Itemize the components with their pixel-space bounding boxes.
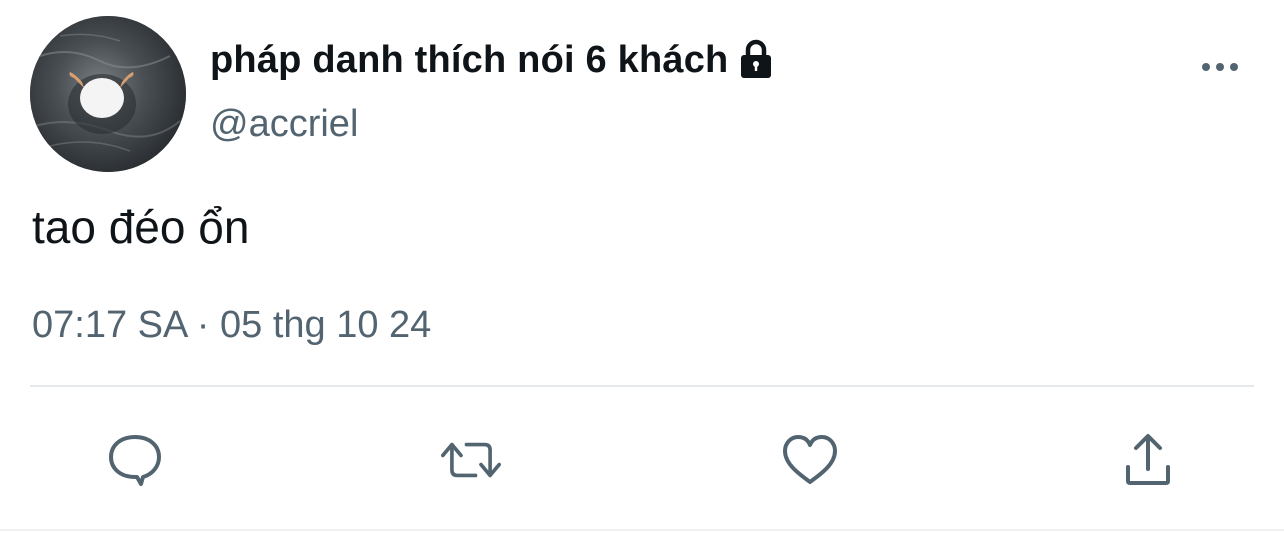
timestamp[interactable]: 07:17 SA · 05 thg 10 24 bbox=[32, 304, 431, 347]
more-horizontal-icon[interactable] bbox=[1196, 52, 1244, 82]
avatar-image bbox=[30, 16, 186, 172]
avatar[interactable] bbox=[30, 16, 186, 172]
display-name[interactable]: pháp danh thích nói 6 khách bbox=[210, 39, 728, 82]
like-button[interactable] bbox=[780, 430, 840, 490]
bottom-divider bbox=[0, 529, 1284, 531]
retweet-icon bbox=[441, 442, 501, 478]
tweet-text: tao đéo ổn bbox=[32, 201, 250, 253]
display-name-row: pháp danh thích nói 6 khách bbox=[210, 36, 776, 84]
reply-button[interactable] bbox=[105, 430, 165, 490]
heart-icon bbox=[783, 435, 837, 484]
reply-icon bbox=[109, 435, 161, 486]
share-icon bbox=[1126, 434, 1170, 485]
retweet-button[interactable] bbox=[441, 430, 501, 490]
divider bbox=[30, 385, 1254, 387]
lock-icon bbox=[736, 38, 776, 82]
handle[interactable]: @accriel bbox=[210, 103, 358, 146]
share-button[interactable] bbox=[1118, 430, 1178, 490]
